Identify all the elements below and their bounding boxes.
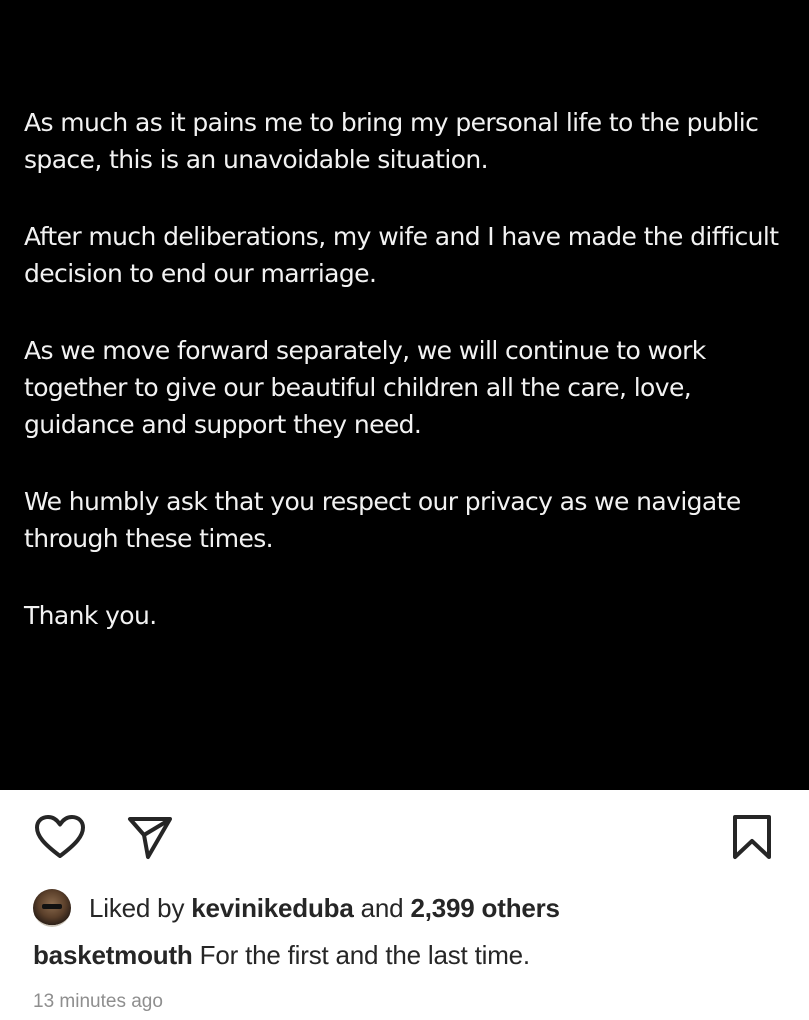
- likes-text: Liked by kevinikeduba and 2,399 others: [89, 893, 560, 924]
- statement-paragraph: We humbly ask that you respect our priva…: [24, 487, 741, 553]
- like-button[interactable]: [34, 814, 86, 860]
- post-timestamp: 13 minutes ago: [33, 991, 163, 1012]
- post-image[interactable]: As much as it pains me to bring my perso…: [0, 0, 809, 790]
- statement-paragraph: As much as it pains me to bring my perso…: [24, 108, 759, 174]
- post-action-bar: [0, 790, 809, 880]
- likes-conjunction: and: [360, 892, 404, 923]
- statement-paragraph: As we move forward separately, we will c…: [24, 336, 706, 439]
- statement-paragraph: Thank you.: [24, 601, 157, 630]
- bookmark-icon: [733, 815, 771, 859]
- others-likes-link[interactable]: 2,399 others: [410, 893, 560, 923]
- heart-icon: [35, 815, 85, 858]
- save-button[interactable]: [731, 814, 773, 860]
- likes-prefix: Liked by: [89, 892, 185, 923]
- caption-text: For the first and the last time.: [199, 940, 530, 970]
- likes-summary[interactable]: Liked by kevinikeduba and 2,399 others: [33, 888, 560, 928]
- paper-plane-icon: [128, 817, 172, 859]
- post-statement: As much as it pains me to bring my perso…: [24, 104, 784, 674]
- avatar[interactable]: [33, 889, 71, 927]
- statement-paragraph: After much deliberations, my wife and I …: [24, 222, 779, 288]
- post-caption: basketmouth For the first and the last t…: [33, 940, 530, 971]
- liker-username-link[interactable]: kevinikeduba: [191, 893, 354, 923]
- caption-username-link[interactable]: basketmouth: [33, 940, 193, 970]
- share-button[interactable]: [127, 815, 173, 861]
